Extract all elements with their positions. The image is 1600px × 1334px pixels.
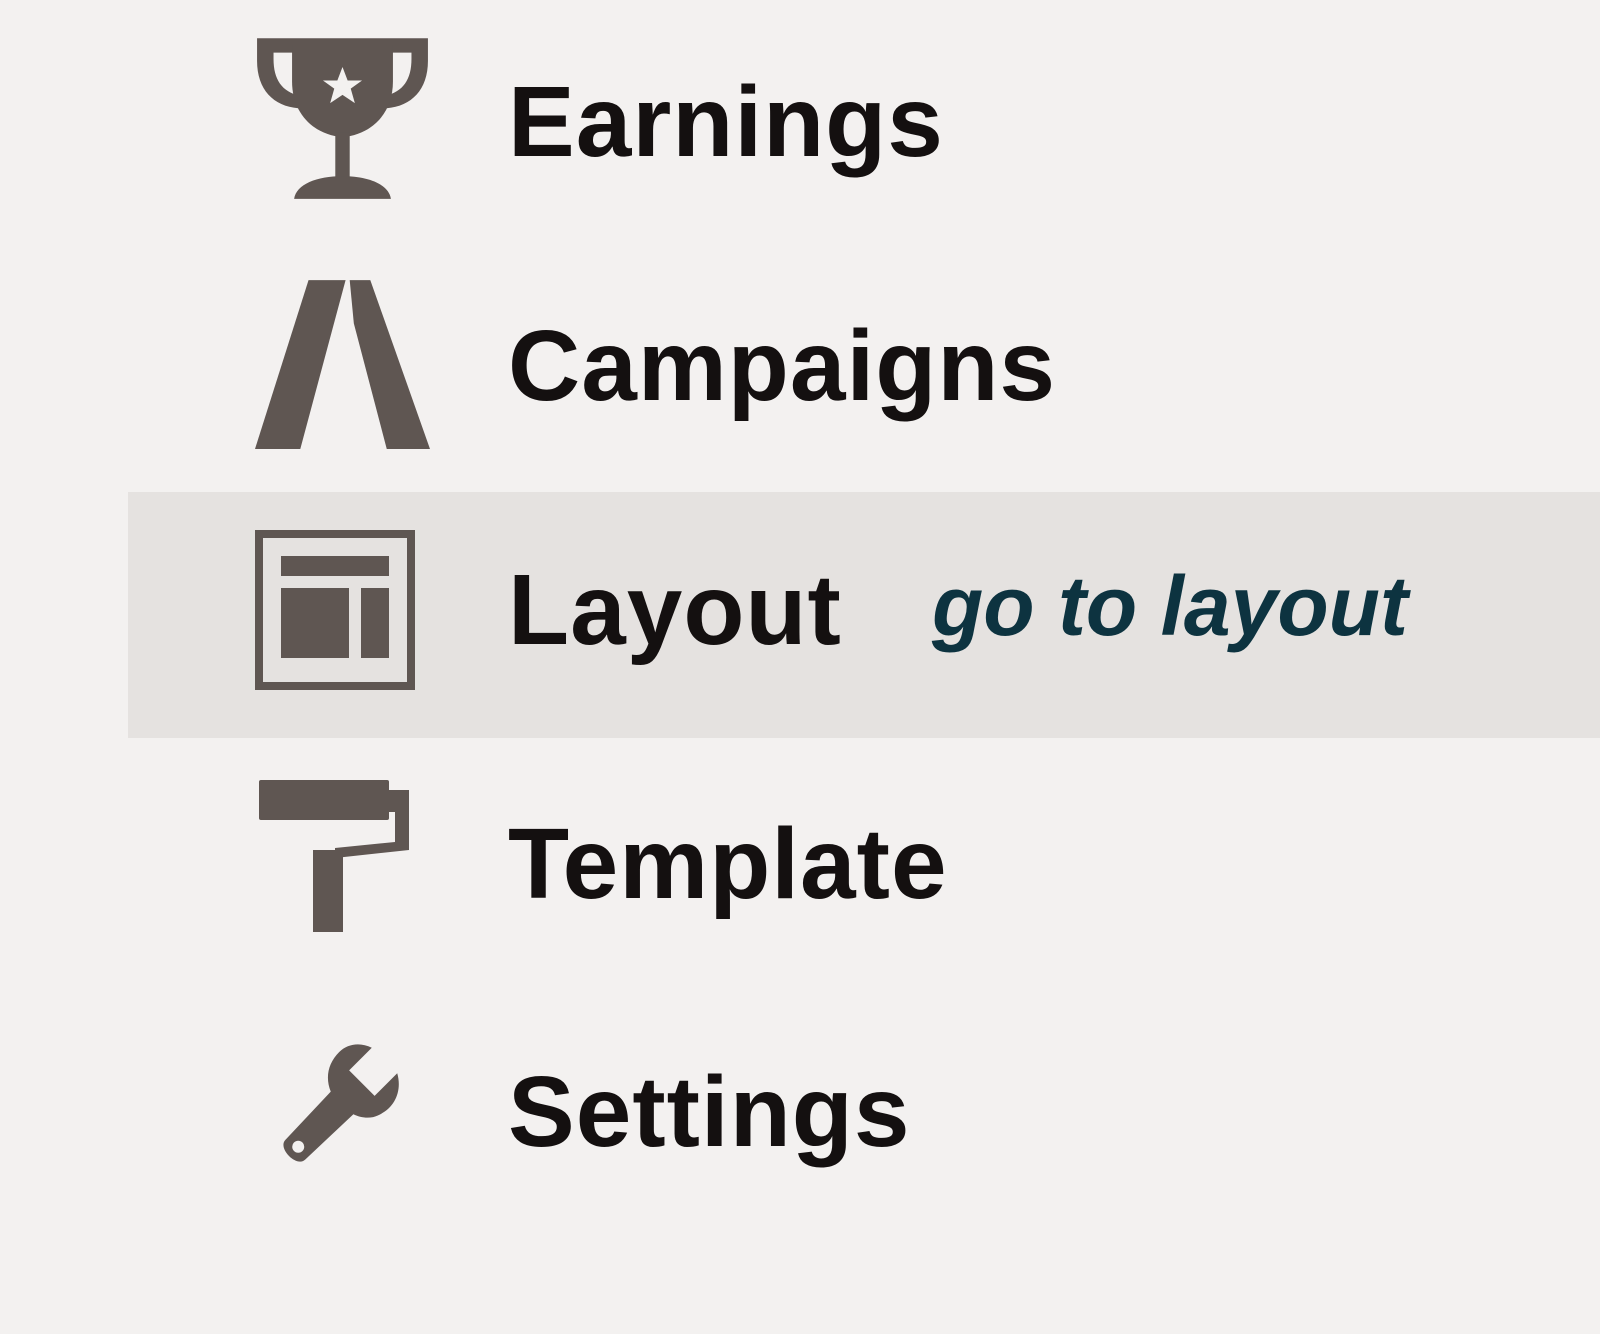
sidebar-item-template[interactable]: Template	[0, 738, 1600, 984]
sidebar-item-label: Settings	[508, 1056, 911, 1168]
sidebar-menu: Earnings Campaigns Layout go to layout T…	[0, 0, 1600, 1334]
paint-roller-icon	[255, 776, 415, 936]
sidebar-item-earnings[interactable]: Earnings	[0, 0, 1600, 246]
sidebar-item-settings[interactable]: Settings	[0, 984, 1600, 1230]
layout-icon	[255, 530, 415, 690]
sidebar-item-layout[interactable]: Layout go to layout	[0, 492, 1600, 738]
annotation-go-to-layout: go to layout	[932, 559, 1408, 653]
trophy-icon	[255, 30, 430, 205]
sidebar-item-label: Template	[508, 808, 948, 920]
sidebar-item-campaigns[interactable]: Campaigns	[0, 246, 1600, 492]
sidebar-item-label: Campaigns	[508, 310, 1057, 422]
sidebar-item-label: Earnings	[508, 66, 944, 178]
adwords-icon	[255, 276, 430, 451]
sidebar-item-label: Layout	[508, 554, 842, 666]
wrench-icon	[255, 1030, 415, 1190]
